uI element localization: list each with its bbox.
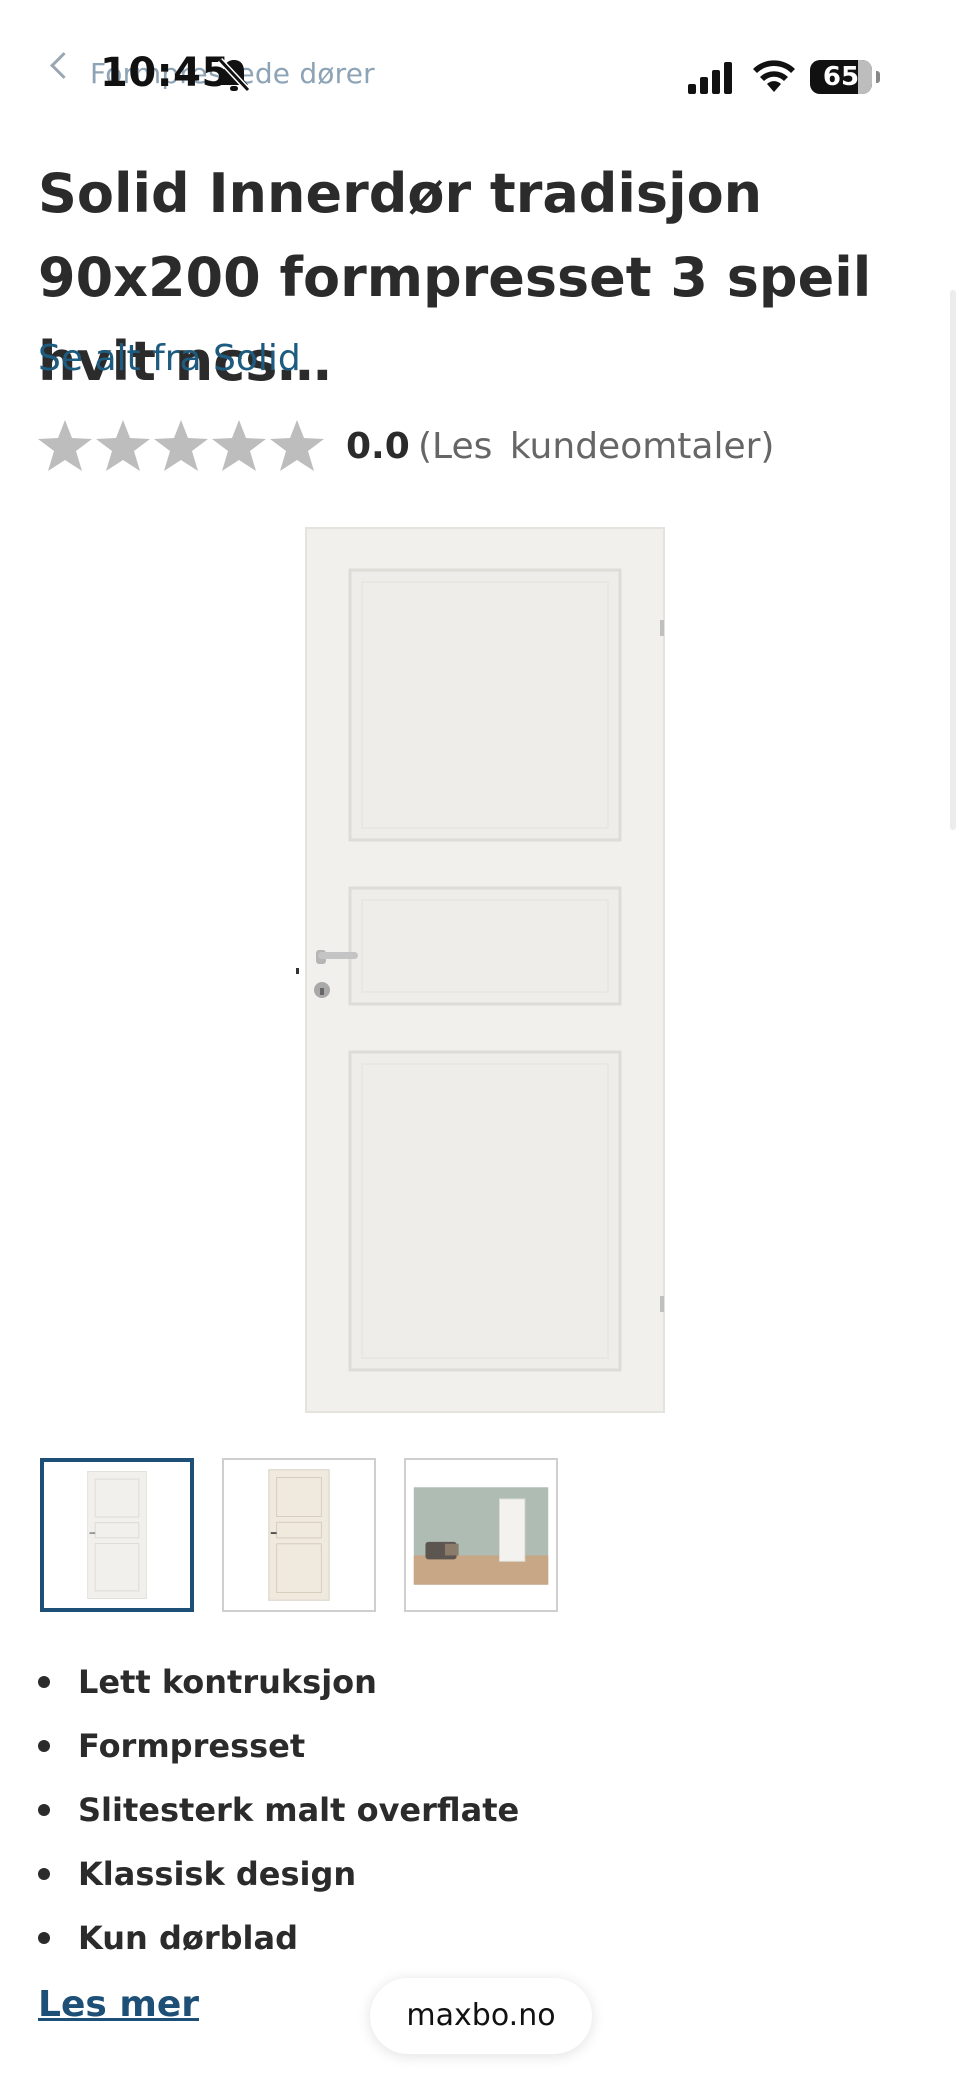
bullet: [38, 1804, 50, 1816]
feature-text: Kun dørblad: [78, 1919, 298, 1957]
image-scrollbar: [950, 290, 956, 830]
feature-item: Formpresset: [38, 1722, 918, 1786]
status-bar: Formpressede dører 10:45 65: [0, 0, 960, 110]
feature-item: Kun dørblad: [38, 1914, 918, 1978]
feature-item: Lett kontruksjon: [38, 1658, 918, 1722]
wifi-icon: [753, 60, 795, 92]
star-icon: [270, 420, 324, 471]
brand-link[interactable]: Se alt fra Solid: [38, 338, 301, 379]
star-icon: [154, 420, 208, 471]
rating-value: 0.0: [346, 426, 410, 467]
door-frame-thumbnail-icon: [268, 1469, 330, 1601]
star-icon: [96, 420, 150, 471]
door-thumbnail-icon: [87, 1471, 147, 1599]
feature-text: Klassisk design: [78, 1855, 357, 1893]
bullet: [38, 1868, 50, 1880]
feature-text: Lett kontruksjon: [78, 1663, 377, 1701]
signal-icon: [688, 62, 732, 94]
door-product-image[interactable]: [296, 524, 668, 1416]
star-icon: [38, 420, 92, 471]
star-icon: [212, 420, 266, 471]
room-scene-thumbnail-icon: [413, 1487, 549, 1585]
feature-item: Slitesterk malt overflate: [38, 1786, 918, 1850]
read-more-link[interactable]: Les mer: [38, 1984, 199, 2025]
feature-text: Formpresset: [78, 1727, 306, 1765]
bullet: [38, 1740, 50, 1752]
back-chevron-icon[interactable]: [50, 52, 77, 79]
feature-item: Klassisk design: [38, 1850, 918, 1914]
browser-url-pill[interactable]: maxbo.no: [370, 1978, 592, 2054]
thumbnail-1[interactable]: [40, 1458, 194, 1612]
silent-bell-icon: [217, 57, 251, 93]
feature-list: Lett kontruksjon Formpresset Slitesterk …: [38, 1658, 918, 1978]
battery-empty-segment: [858, 60, 872, 94]
battery-indicator: 65: [810, 60, 880, 94]
thumbnail-2[interactable]: [222, 1458, 376, 1612]
reviews-link[interactable]: (Les kundeomtaler): [418, 426, 774, 467]
rating-row: 0.0 (Les kundeomtaler): [38, 418, 918, 478]
thumbnail-3[interactable]: [404, 1458, 558, 1612]
bullet: [38, 1676, 50, 1688]
status-time: 10:45: [100, 50, 230, 96]
bullet: [38, 1932, 50, 1944]
rating-stars-icon: [38, 420, 324, 471]
battery-level: 65: [822, 62, 860, 92]
feature-text: Slitesterk malt overflate: [78, 1791, 520, 1829]
